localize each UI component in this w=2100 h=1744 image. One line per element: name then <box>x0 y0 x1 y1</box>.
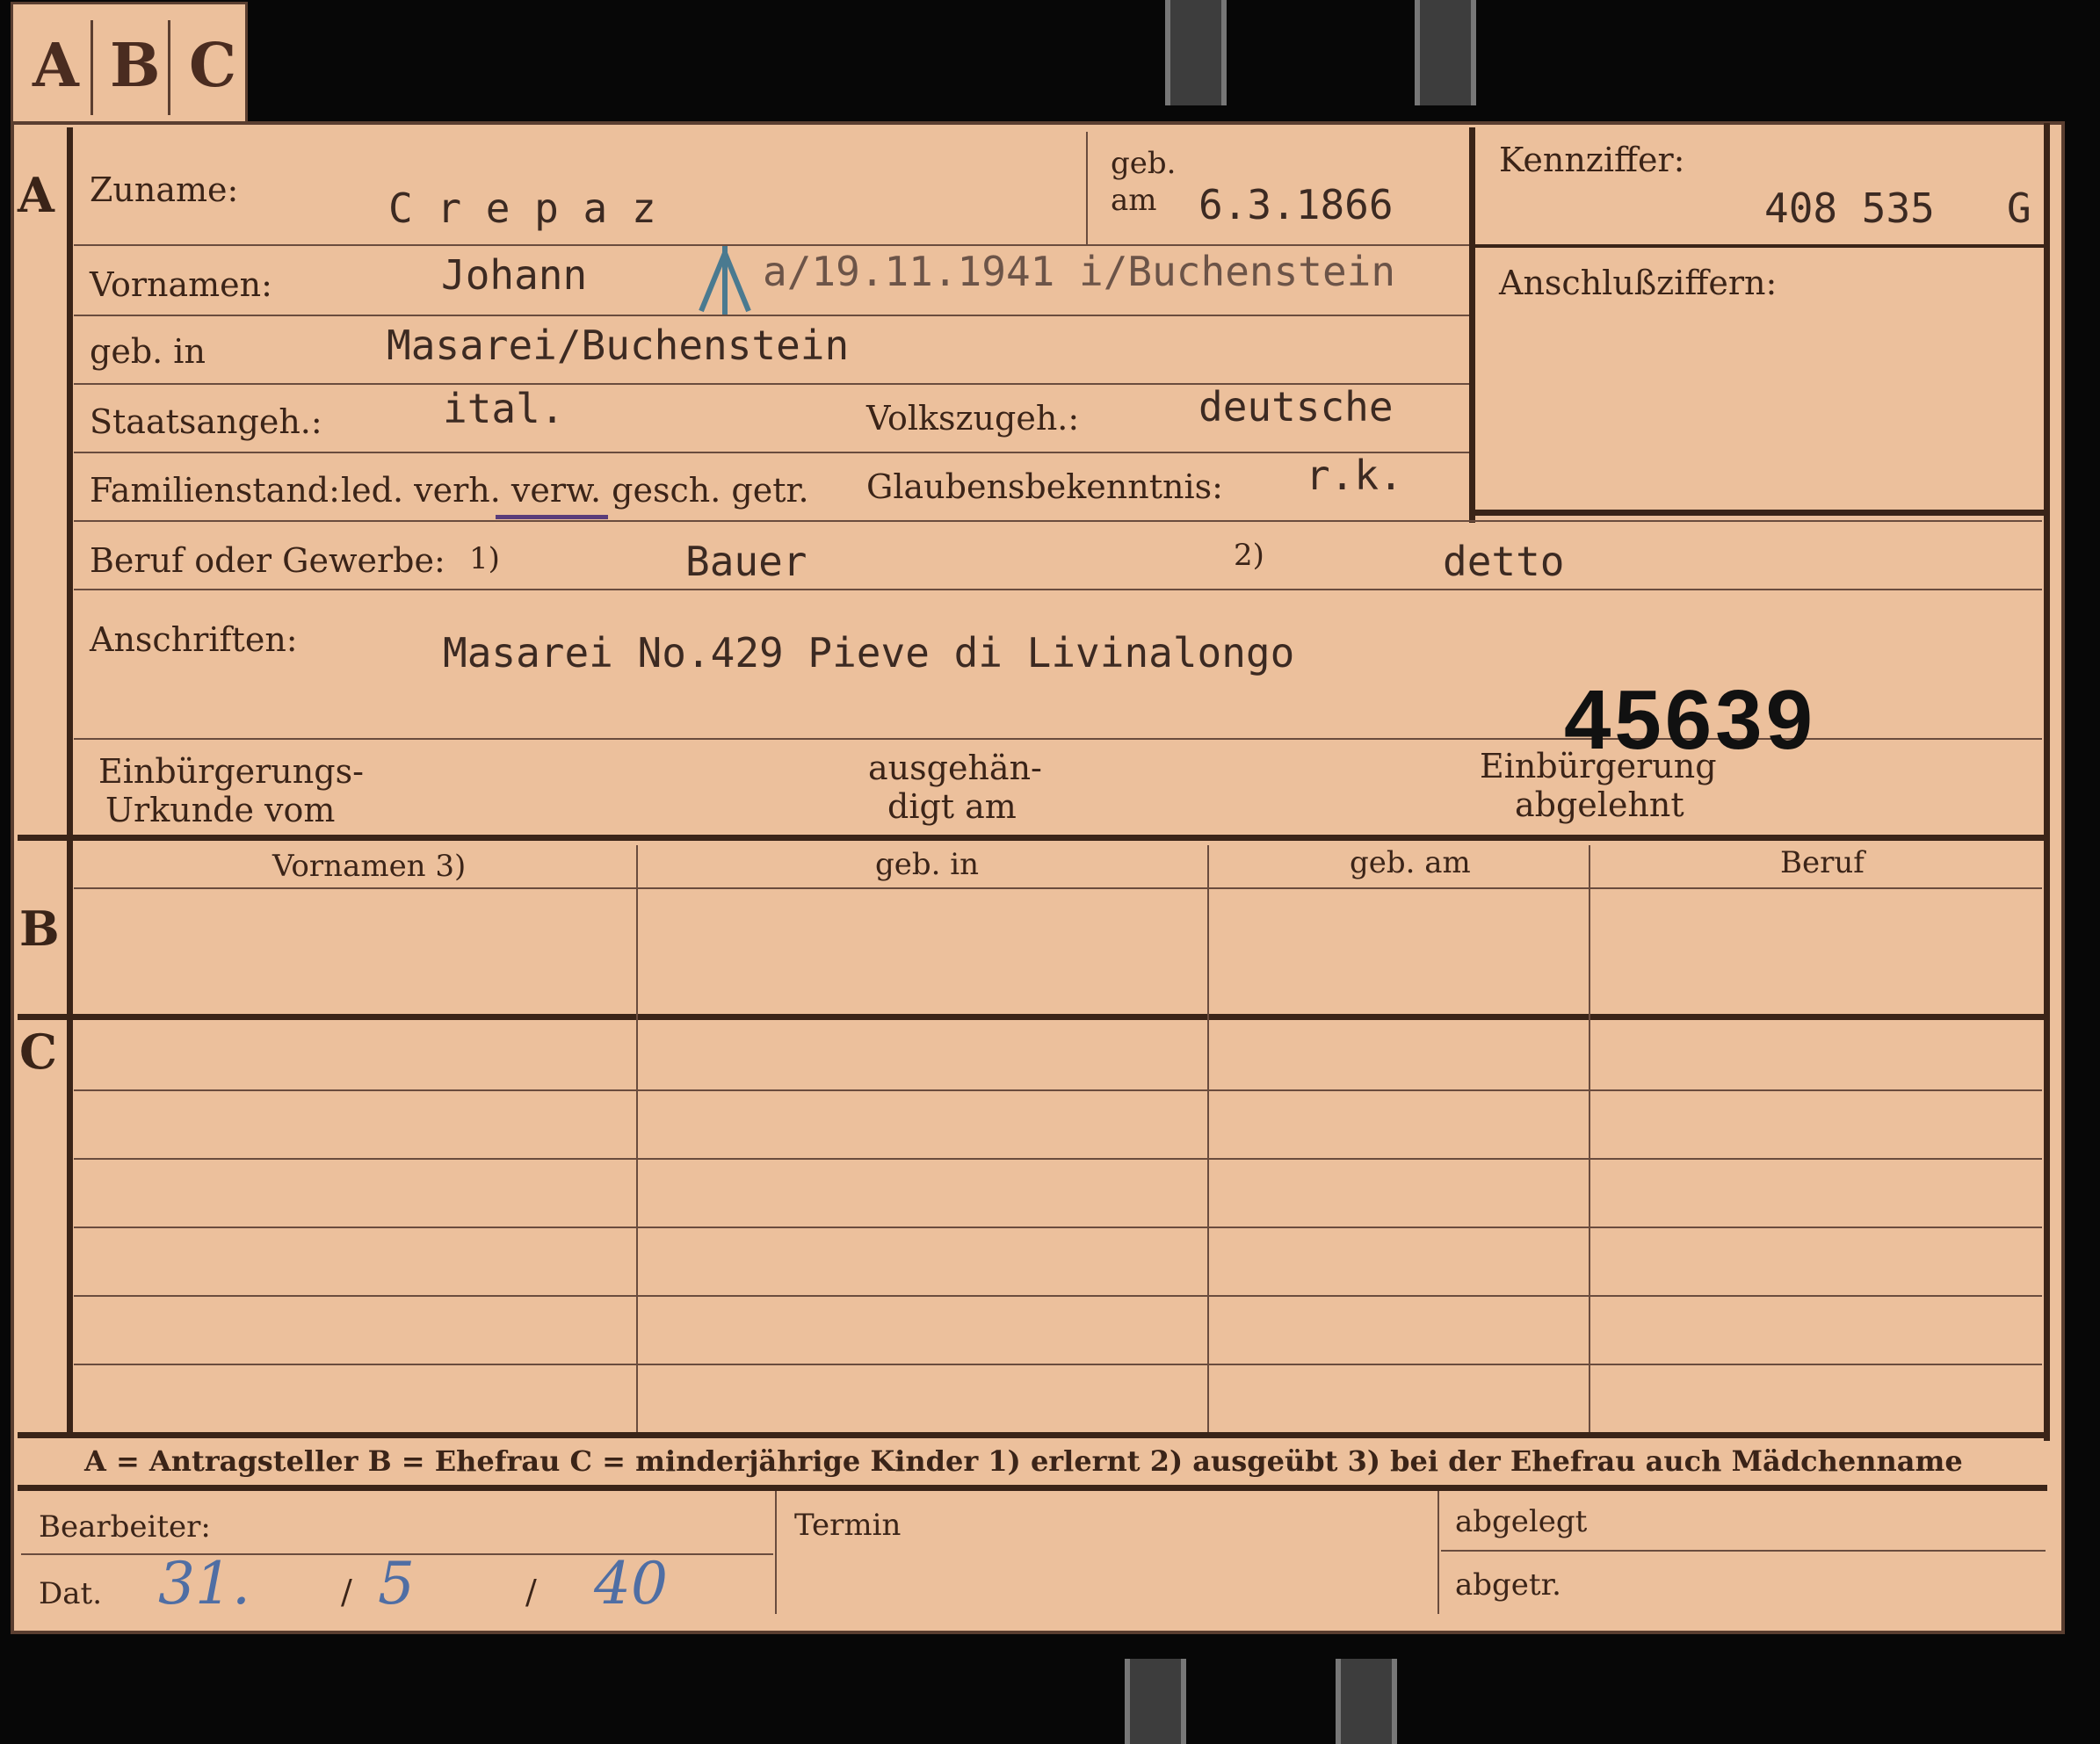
zuname-label: Zuname: <box>90 170 239 209</box>
geb-in-value: Masarei/Buchenstein <box>387 322 850 369</box>
glaubensbekenntnis-value: r.k. <box>1306 452 1403 499</box>
column-divider <box>1589 845 1590 1432</box>
binder-clip-top-left <box>1165 0 1227 105</box>
date-separator: / <box>525 1573 537 1611</box>
c-row-line <box>74 1227 2042 1228</box>
am-label: am <box>1111 183 1157 218</box>
row-line <box>74 244 1469 246</box>
index-tab[interactable]: A B C <box>11 2 248 121</box>
dat-label: Dat. <box>39 1576 103 1611</box>
glaubensbekenntnis-label: Glaubensbekenntnis: <box>866 467 1223 506</box>
zuname-value: C r e p a z <box>388 185 656 232</box>
section-letter-b: B <box>19 901 60 957</box>
section-b-end <box>18 1014 2047 1020</box>
section-a-end <box>18 835 2047 841</box>
beruf-ausgeuebt-value: detto <box>1443 538 1565 585</box>
col-vornamen-header: Vornamen 3) <box>272 849 467 884</box>
column-divider <box>636 845 638 1432</box>
vornamen-value: Johann <box>441 251 588 299</box>
staatsangeh-label: Staatsangeh.: <box>90 402 322 441</box>
kennziffer-value: 408 535 <box>1764 185 1935 232</box>
termin-label: Termin <box>794 1508 902 1543</box>
section-letter-c: C <box>19 1024 57 1080</box>
death-mark: a/19.11.1941 i/Buchenstein <box>763 248 1396 295</box>
geb-in-label: geb. in <box>90 332 206 371</box>
footer-row-line <box>1441 1550 2046 1552</box>
legend-end <box>18 1485 2047 1491</box>
beruf-label: Beruf oder Gewerbe: <box>90 541 445 580</box>
row-line <box>74 315 1469 316</box>
beruf-note-1: 1) <box>469 541 500 576</box>
death-rune-icon <box>699 246 751 315</box>
datum-year: 40 <box>594 1550 668 1617</box>
datum-month: 5 <box>378 1550 415 1617</box>
section-rule <box>67 127 73 1436</box>
familienstand-options: led. verh. verw. gesch. getr. <box>341 471 809 510</box>
datum-day: 31. <box>158 1550 250 1617</box>
beruf-note-2: 2) <box>1234 538 1264 573</box>
binder-clip-bottom-left <box>1125 1659 1186 1744</box>
kennziffer-label: Kennziffer: <box>1499 141 1685 179</box>
anschriften-label: Anschriften: <box>90 620 298 659</box>
anschlussziffern-label: Anschlußziffern: <box>1499 264 1778 302</box>
section-rule <box>2044 123 2050 1441</box>
kennziffer-suffix: G <box>2007 185 2031 232</box>
geb-label: geb. <box>1111 146 1177 181</box>
col-beruf-header: Beruf <box>1780 845 1865 880</box>
col-geb-in-header: geb. in <box>875 847 980 882</box>
ausgehaendigt-label-2: digt am <box>887 787 1017 826</box>
date-separator: / <box>341 1573 352 1611</box>
c-row-line <box>74 1089 2042 1091</box>
einbuergerung-urkunde-label-2: Urkunde vom <box>105 791 336 829</box>
ausgehaendigt-label-1: ausgehän- <box>868 749 1042 787</box>
c-row-line <box>74 1295 2042 1297</box>
footer-divider <box>1437 1491 1439 1614</box>
beruf-erlernt-value: Bauer <box>685 538 807 585</box>
bearbeiter-label: Bearbeiter: <box>39 1509 211 1545</box>
row-line <box>74 452 1469 453</box>
staatsangeh-value: ital. <box>443 385 565 432</box>
abgelegt-label: abgelegt <box>1455 1504 1588 1539</box>
einbuergerung-abgelehnt-label-1: Einbürgerung <box>1480 747 1717 785</box>
kennziffer-divider <box>1469 244 2046 248</box>
anschrift-value: Masarei No.429 Pieve di Livinalongo <box>443 629 1295 677</box>
tab-letter-b: B <box>110 31 161 101</box>
vornamen-label: Vornamen: <box>90 265 272 304</box>
section-c-end <box>18 1432 2047 1438</box>
legend: A = Antragsteller B = Ehefrau C = minder… <box>84 1444 1963 1478</box>
geb-divider <box>1086 132 1088 244</box>
col-geb-am-header: geb. am <box>1350 845 1471 880</box>
footer-divider <box>775 1491 777 1614</box>
kennziffer-box-left <box>1469 127 1475 523</box>
c-row-line <box>74 1364 2042 1365</box>
volkszugeh-label: Volkszugeh.: <box>866 399 1080 438</box>
tab-divider <box>168 20 170 115</box>
row-line <box>74 520 2042 522</box>
geb-am-value: 6.3.1866 <box>1198 181 1394 228</box>
section-letter-a: A <box>18 167 54 223</box>
einbuergerung-abgelehnt-label-2: abgelehnt <box>1515 785 1684 824</box>
column-divider <box>1207 845 1209 1432</box>
kennziffer-box-bottom <box>1469 510 2046 516</box>
tab-letter-c: C <box>189 31 237 101</box>
binder-clip-bottom-right <box>1336 1659 1397 1744</box>
einbuergerung-urkunde-label-1: Einbürgerungs- <box>98 752 364 791</box>
binder-clip-top-right <box>1415 0 1476 105</box>
row-line <box>74 589 2042 590</box>
c-row-line <box>74 1158 2042 1160</box>
tab-letter-a: A <box>33 31 79 101</box>
familienstand-underline-verw <box>496 515 608 519</box>
familienstand-label: Familienstand: <box>90 471 340 510</box>
tab-divider <box>91 20 93 115</box>
volkszugeh-value: deutsche <box>1198 383 1394 431</box>
header-underline <box>74 887 2042 889</box>
abgetr-label: abgetr. <box>1455 1567 1561 1603</box>
